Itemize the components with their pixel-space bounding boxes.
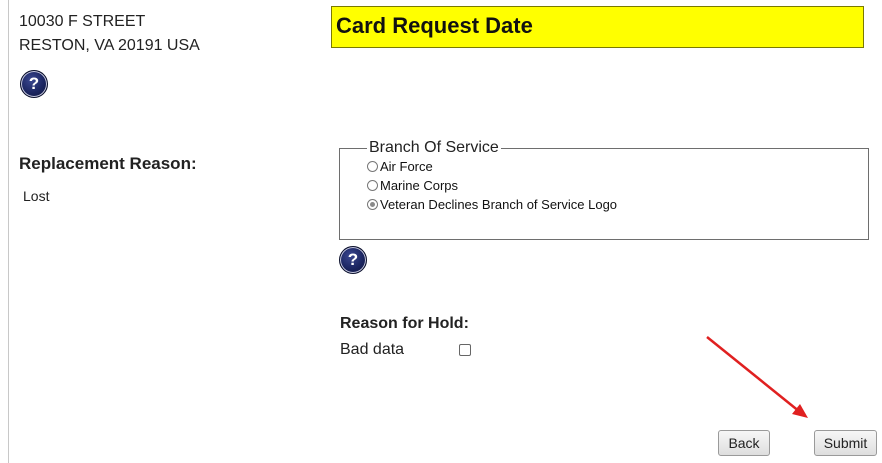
help-icon[interactable]: ? (339, 246, 367, 274)
address-block: 10030 F STREET RESTON, VA 20191 USA (19, 10, 200, 58)
address-line-2: RESTON, VA 20191 USA (19, 37, 200, 54)
replacement-reason-value: Lost (23, 188, 50, 204)
submit-button[interactable]: Submit (814, 430, 877, 456)
back-button[interactable]: Back (718, 430, 770, 456)
left-border-line (8, 0, 9, 463)
radio-air-force[interactable] (367, 161, 378, 172)
bad-data-label: Bad data (340, 341, 405, 358)
help-icon[interactable]: ? (20, 70, 48, 98)
annotation-arrow-icon (706, 336, 808, 418)
radio-label-veteran-declines: Veteran Declines Branch of Service Logo (380, 197, 618, 212)
branch-of-service-legend: Branch Of Service (369, 139, 499, 156)
radio-option-air-force[interactable]: Air Force (367, 157, 868, 176)
radio-label-marine-corps: Marine Corps (380, 178, 459, 193)
radio-label-air-force: Air Force (380, 159, 433, 174)
bad-data-checkbox[interactable] (459, 344, 471, 356)
annotation-arrow-shaft (706, 336, 801, 413)
address-line-1: 10030 F STREET (19, 13, 146, 30)
radio-marine-corps[interactable] (367, 180, 378, 191)
replacement-reason-label: Replacement Reason: (19, 154, 197, 173)
radio-option-veteran-declines[interactable]: Veteran Declines Branch of Service Logo (367, 195, 868, 214)
radio-option-marine-corps[interactable]: Marine Corps (367, 176, 868, 195)
branch-of-service-group: Branch Of Service Air Force Marine Corps… (339, 139, 869, 240)
reason-for-hold-label: Reason for Hold: (340, 315, 469, 332)
radio-veteran-declines[interactable] (367, 199, 378, 210)
card-request-date-header: Card Request Date (331, 6, 864, 48)
